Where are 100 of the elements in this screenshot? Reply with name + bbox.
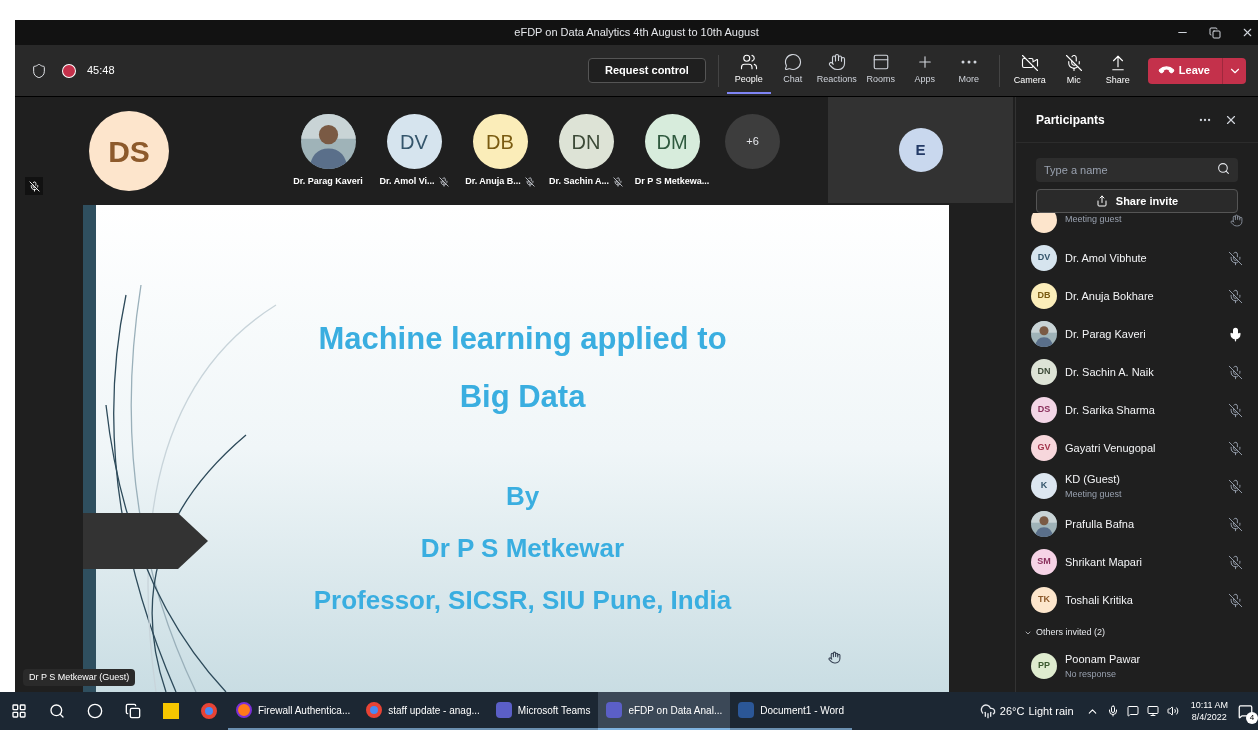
teams-icon xyxy=(495,702,512,718)
participant-name: Dr. Sarika Sharma xyxy=(1065,402,1156,418)
participant-name: Toshali Kritika xyxy=(1065,592,1134,608)
request-control-button[interactable]: Request control xyxy=(588,58,706,83)
participant-avatar: DB xyxy=(472,114,528,169)
participant-name: KD (Guest) xyxy=(1065,472,1121,487)
participant-avatar: DN xyxy=(558,114,614,169)
clock-time: 10:11 AM xyxy=(1190,699,1228,711)
slide-title: Machine learning applied to xyxy=(318,320,727,358)
chrome-icon[interactable] xyxy=(201,703,217,719)
participant-row[interactable]: SM Shrikant Mapari xyxy=(1016,543,1258,581)
participant-row[interactable]: K KD (Guest) Meeting guest xyxy=(1016,467,1258,505)
chat-icon xyxy=(783,52,802,71)
participant-row[interactable]: TK Toshali Kritika xyxy=(1016,581,1258,619)
participant-row[interactable]: Meeting guest xyxy=(1016,213,1258,239)
participant-name: Dr. Amol Vibhute xyxy=(1065,250,1148,266)
more-participants[interactable]: +6 xyxy=(725,114,780,169)
device-button[interactable]: Camera xyxy=(1007,47,1052,94)
participant-row[interactable]: DS Dr. Sarika Sharma xyxy=(1016,391,1258,429)
mic-off-icon xyxy=(1064,53,1083,72)
section-toggle[interactable]: Others invited (2) xyxy=(1016,619,1114,647)
participant-name: Dr. Sachin A... xyxy=(548,175,610,188)
participant-row[interactable]: DN Dr. Sachin A. Naik xyxy=(1016,353,1258,391)
volume-icon[interactable] xyxy=(1166,705,1179,717)
participant-row[interactable]: Dr. Parag Kaveri xyxy=(1016,315,1258,353)
notifications-icon[interactable] xyxy=(1237,703,1253,719)
camera-off-icon xyxy=(1020,53,1039,72)
circle-icon[interactable] xyxy=(87,703,103,719)
clock-date: 8/4/2022 xyxy=(1191,711,1227,723)
mic-icon[interactable] xyxy=(1106,705,1119,717)
toolbar-tab[interactable]: Apps xyxy=(902,47,947,94)
avatar: SM xyxy=(1031,549,1057,575)
toolbar-tab[interactable]: Chat xyxy=(770,47,815,94)
participant-row[interactable]: GV Gayatri Venugopal xyxy=(1016,429,1258,467)
device-button[interactable]: Share xyxy=(1095,47,1140,94)
taskbar-app[interactable]: Document1 - Word xyxy=(730,692,852,730)
notification-badge: 4 xyxy=(1246,712,1258,724)
participant-name: Dr. Anuja Bokhare xyxy=(1065,288,1155,304)
weather-condition: Light rain xyxy=(1028,703,1074,719)
slide-title: Big Data xyxy=(459,378,586,416)
more-icon xyxy=(960,59,977,64)
weather-temperature: 26°C xyxy=(999,703,1025,719)
participant-name: Dr P S Metkewa... xyxy=(634,175,710,188)
participant-avatar: DV xyxy=(386,114,442,169)
participant-row[interactable]: Prafulla Bafna xyxy=(1016,505,1258,543)
participant-status: No response xyxy=(1065,667,1118,681)
participant-name: Dr. Anuja B... xyxy=(465,175,521,188)
taskbar-app[interactable]: eFDP on Data Anal... xyxy=(598,692,731,730)
tray-app-icon[interactable] xyxy=(1126,705,1139,717)
participant-avatar: DM xyxy=(644,114,700,169)
participant-row[interactable]: DB Dr. Anuja Bokhare xyxy=(1016,277,1258,315)
windows-icon[interactable] xyxy=(11,703,27,719)
taskbar-app[interactable]: Firewall Authentica... xyxy=(228,692,359,730)
close-icon[interactable] xyxy=(1241,26,1254,39)
window-title: eFDP on Data Analytics 4th August to 10th August xyxy=(514,25,759,41)
share-invite-button[interactable]: Share invite xyxy=(1036,189,1238,213)
weather-icon xyxy=(979,703,996,719)
avatar: DV xyxy=(1031,245,1057,271)
tile-avatar: E xyxy=(898,128,943,172)
slide-text: Dr P S Metkewar xyxy=(420,532,625,565)
teams-icon xyxy=(606,702,623,718)
participant-name: Dr. Amol Vi... xyxy=(379,175,435,188)
device-button[interactable]: Mic xyxy=(1051,47,1096,94)
speaker-avatar: DS xyxy=(89,111,169,191)
participant-name: Prafulla Bafna xyxy=(1065,516,1136,532)
participant-status: Meeting guest xyxy=(1065,487,1123,501)
meeting-timer: 45:48 xyxy=(87,63,115,79)
participant-row[interactable]: PP Poonam Pawar No response xyxy=(1016,647,1258,685)
share-icon xyxy=(1095,195,1108,207)
firefox-icon xyxy=(236,702,252,718)
participant-row[interactable]: DV Dr. Amol Vibhute xyxy=(1016,239,1258,277)
participant-name: Gayatri Venugopal xyxy=(1065,440,1157,456)
avatar: GV xyxy=(1031,435,1057,461)
network-icon[interactable] xyxy=(1146,705,1159,717)
slide-text: Professor, SICSR, SIU Pune, India xyxy=(313,584,732,617)
restore-icon[interactable] xyxy=(1209,26,1221,39)
toolbar-tab[interactable]: People xyxy=(726,47,771,94)
toolbar-tab[interactable]: Reactions xyxy=(814,47,859,94)
caret-icon xyxy=(1024,629,1032,637)
search-icon[interactable] xyxy=(49,703,65,719)
slide-text: By xyxy=(505,480,540,513)
taskbar-app[interactable]: staff update - anag... xyxy=(358,692,488,730)
participant-name: Shrikant Mapari xyxy=(1065,554,1144,570)
speaker-caption: Dr P S Metkewar (Guest) xyxy=(23,668,136,686)
toolbar-tab[interactable]: More xyxy=(946,47,991,94)
participant-name: Dr. Parag Kaveri xyxy=(293,175,363,188)
search-icon xyxy=(1217,162,1230,175)
word-icon xyxy=(738,702,755,718)
toolbar-tab[interactable]: Rooms xyxy=(858,47,903,94)
avatar: K xyxy=(1031,473,1057,499)
cursor-icon xyxy=(828,651,841,664)
participant-name: Dr. Parag Kaveri xyxy=(1065,326,1147,342)
avatar: DB xyxy=(1031,283,1057,309)
chrome-icon[interactable] xyxy=(366,702,383,718)
task-view-icon[interactable] xyxy=(125,703,141,719)
avatar: DN xyxy=(1031,359,1057,385)
avatar: TK xyxy=(1031,587,1057,613)
hand-icon xyxy=(827,52,846,71)
rooms-icon xyxy=(871,52,890,71)
search-field[interactable]: Type a name xyxy=(1036,158,1238,182)
